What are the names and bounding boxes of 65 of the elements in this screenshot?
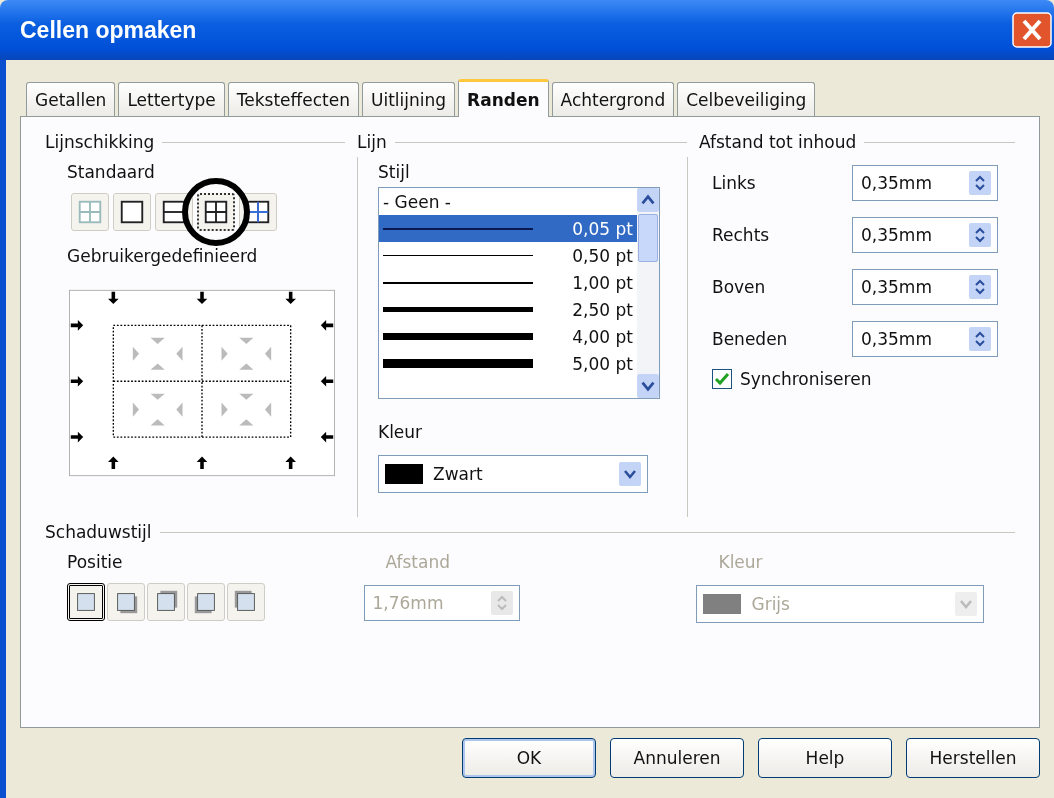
scroll-thumb[interactable] <box>638 214 658 262</box>
spin-icon <box>969 275 991 299</box>
list-item[interactable]: - Geen - <box>379 188 637 215</box>
field-label: Standaard <box>66 161 156 184</box>
tab[interactable]: Teksteffecten <box>227 82 359 116</box>
spin-icon <box>969 171 991 195</box>
scrollbar[interactable] <box>637 188 659 398</box>
spin-field[interactable]: 0,35mm <box>852 269 998 305</box>
list-item[interactable]: 0,05 pt <box>379 215 637 242</box>
scroll-down-icon[interactable] <box>637 374 659 398</box>
group-title: Lijnschikking <box>45 132 155 152</box>
list-item[interactable]: 2,50 pt <box>379 296 637 323</box>
scroll-up-icon[interactable] <box>637 188 659 212</box>
spin-field[interactable]: 0,35mm <box>852 165 998 201</box>
close-icon[interactable] <box>1012 12 1052 48</box>
list-item[interactable]: 4,00 pt <box>379 323 637 350</box>
field-label: Links <box>712 173 757 193</box>
dialog-button[interactable]: Annuleren <box>610 738 744 778</box>
dialog-button[interactable]: Help <box>758 738 892 778</box>
grid-icon <box>118 198 146 226</box>
list-item[interactable]: 0,50 pt <box>379 242 637 269</box>
preset-button[interactable] <box>197 193 235 231</box>
grid-icon <box>76 198 104 226</box>
tab[interactable]: Getallen <box>26 82 116 116</box>
spin-icon <box>969 327 991 351</box>
field-label: Kleur <box>378 421 424 444</box>
grid-icon <box>202 198 230 226</box>
item-label: 4,00 pt <box>572 326 633 347</box>
spin-field[interactable]: 0,35mm <box>852 321 998 357</box>
field-label: Afstand <box>384 551 451 574</box>
spin-field[interactable]: 0,35mm <box>852 217 998 253</box>
dropdown-icon <box>955 592 978 616</box>
tab[interactable]: Lettertype <box>118 82 225 116</box>
dialog-button[interactable]: OK <box>462 738 596 778</box>
list-item[interactable]: 1,00 pt <box>379 269 637 296</box>
item-label: - Geen - <box>383 191 451 212</box>
color-dropdown[interactable]: Zwart <box>378 455 648 493</box>
tab[interactable]: Celbeveiliging <box>677 82 816 116</box>
item-label: 1,00 pt <box>572 272 633 293</box>
group-title: Lijn <box>357 132 387 152</box>
item-label: 0,05 pt <box>572 218 633 239</box>
field-label: Boven <box>712 277 767 297</box>
tab[interactable]: Uitlijning <box>362 82 456 116</box>
tab[interactable]: Randen <box>458 79 549 117</box>
tab[interactable]: Achtergrond <box>551 82 675 116</box>
field-label: Kleur <box>717 551 764 574</box>
synchronize-checkbox[interactable]: Synchroniseren <box>712 369 1015 389</box>
field-label: Positie <box>66 551 124 574</box>
item-label: 5,00 pt <box>572 353 633 374</box>
dropdown-icon <box>619 462 641 486</box>
field-label: Rechts <box>712 225 771 245</box>
field-label: Stijl <box>378 161 411 184</box>
window-title: Cellen opmaken <box>20 16 198 44</box>
annotation-circle <box>181 177 251 247</box>
list-item[interactable]: 5,00 pt <box>379 350 637 377</box>
dialog-button[interactable]: Herstellen <box>906 738 1040 778</box>
item-label: 2,50 pt <box>572 299 633 320</box>
shadow-position-button[interactable] <box>67 583 105 621</box>
field-label: Gebruikergedefinieerd <box>66 245 259 268</box>
group-title: Afstand tot inhoud <box>699 132 857 152</box>
field-label: Beneden <box>712 329 789 349</box>
spin-icon <box>490 591 513 615</box>
group-title: Schaduwstijl <box>45 522 152 542</box>
item-label: 0,50 pt <box>572 245 633 266</box>
spin-icon <box>969 223 991 247</box>
